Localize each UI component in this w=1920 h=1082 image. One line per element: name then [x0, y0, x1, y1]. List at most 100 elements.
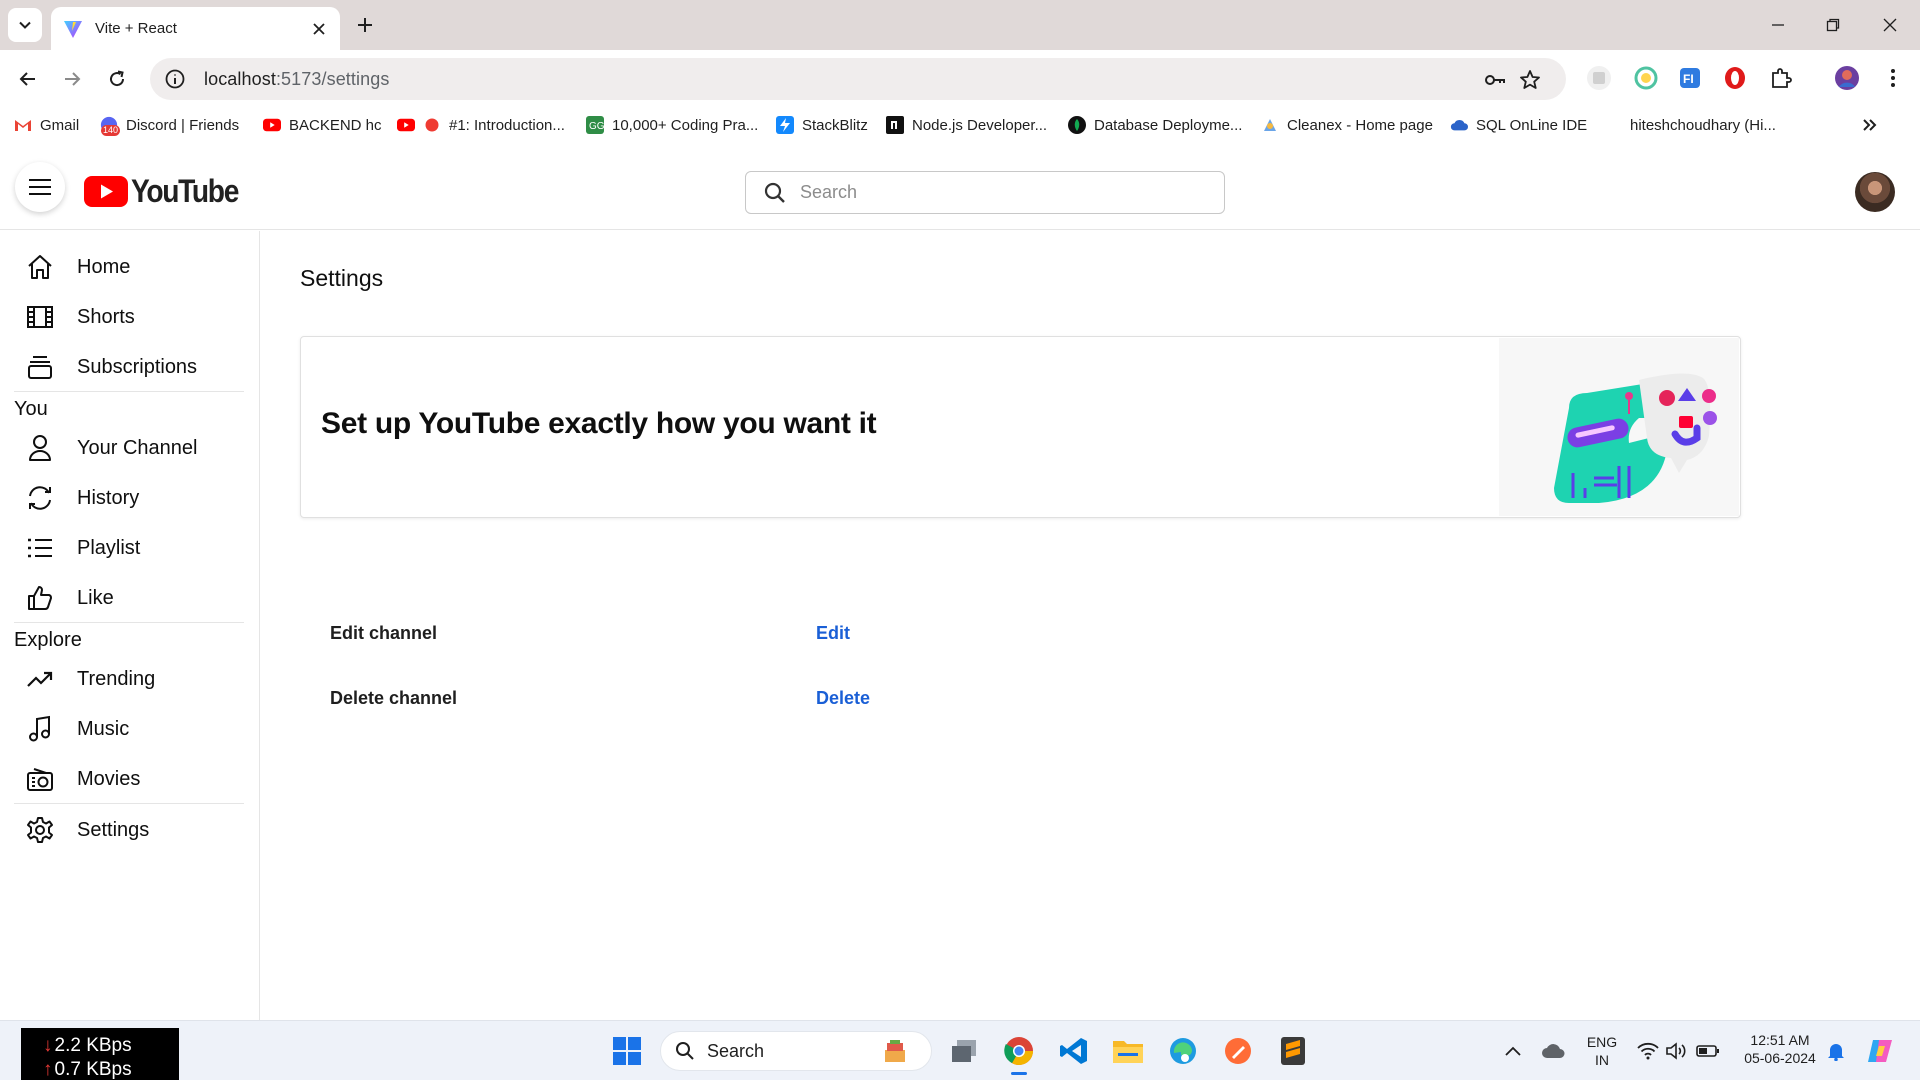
- url-text[interactable]: localhost:5173/settings: [204, 69, 389, 90]
- vite-favicon-icon: [64, 20, 82, 38]
- onedrive-button[interactable]: [1535, 1033, 1571, 1069]
- copilot-button[interactable]: [1862, 1033, 1898, 1069]
- windows-start-icon: [613, 1037, 641, 1065]
- bookmark-gmail[interactable]: Gmail: [14, 113, 79, 137]
- extension-grid-icon[interactable]: [1585, 64, 1613, 92]
- extension-color-icon[interactable]: [1632, 64, 1660, 92]
- file-explorer-button[interactable]: [1110, 1033, 1146, 1069]
- site-info-icon[interactable]: [164, 68, 186, 90]
- page-title: Settings: [300, 265, 384, 291]
- tab-close-icon[interactable]: [310, 20, 328, 38]
- stackblitz-icon: [776, 116, 794, 134]
- banner-headline: Set up YouTube exactly how you want it: [321, 407, 877, 440]
- folder-icon: [1113, 1041, 1143, 1063]
- vscode-taskbar-button[interactable]: [1056, 1033, 1092, 1069]
- sidebar-divider: [14, 803, 244, 804]
- extension-fi-icon[interactable]: FI: [1676, 64, 1704, 92]
- movies-icon: [24, 763, 56, 795]
- edit-channel-label: Edit channel: [330, 623, 438, 643]
- bookmark-introduction[interactable]: #1: Introduction...: [397, 113, 565, 137]
- restore-button[interactable]: [1815, 10, 1851, 40]
- bookmark-backend[interactable]: BACKEND hc: [263, 113, 382, 137]
- bookmark-database[interactable]: Database Deployme...: [1068, 113, 1242, 137]
- youtube-icon: [397, 116, 415, 134]
- search-bar[interactable]: [745, 171, 1225, 214]
- forward-button[interactable]: [56, 63, 88, 95]
- sidebar-item-like[interactable]: Like: [24, 578, 244, 618]
- profile-avatar-icon[interactable]: [1833, 64, 1861, 92]
- sidebar-item-movies[interactable]: Movies: [24, 759, 244, 799]
- start-button[interactable]: [609, 1033, 645, 1069]
- new-tab-button[interactable]: [352, 12, 378, 38]
- chrome-icon: [1004, 1037, 1033, 1065]
- chevron-down-icon: [19, 21, 31, 29]
- copilot-icon: [1868, 1040, 1892, 1062]
- bookmark-sql-ide[interactable]: SQL OnLine IDE: [1450, 113, 1587, 137]
- delete-channel-button[interactable]: Delete: [816, 688, 870, 709]
- bookmark-cleanex[interactable]: Cleanex - Home page: [1261, 113, 1433, 137]
- youtube-logo[interactable]: YouTube: [84, 173, 253, 210]
- geeks-icon: GG: [586, 116, 604, 134]
- browser-tab-active[interactable]: Vite + React: [51, 7, 340, 50]
- bookmark-discord[interactable]: 140 Discord | Friends: [100, 113, 239, 137]
- sidebar-item-playlist[interactable]: Playlist: [24, 528, 244, 568]
- bookmark-stackblitz[interactable]: StackBlitz: [776, 113, 868, 137]
- extensions-puzzle-icon[interactable]: [1767, 64, 1795, 92]
- browser-menu-icon[interactable]: [1879, 64, 1907, 92]
- bookmark-star-icon[interactable]: [1518, 68, 1542, 92]
- clock[interactable]: 12:51 AM 05-06-2024: [1738, 1031, 1822, 1067]
- postman-taskbar-button[interactable]: [1220, 1033, 1256, 1069]
- svg-text:FI: FI: [1683, 72, 1694, 86]
- edge-taskbar-button[interactable]: [1165, 1033, 1201, 1069]
- extension-opera-icon[interactable]: [1721, 64, 1749, 92]
- bookmark-hiteshchoudhary[interactable]: hiteshchoudhary (Hi...: [1630, 113, 1776, 137]
- chrome-taskbar-button[interactable]: [1001, 1033, 1037, 1075]
- back-button[interactable]: [12, 63, 44, 95]
- bookmark-coding-practice[interactable]: GG 10,000+ Coding Pra...: [586, 113, 758, 137]
- task-view-button[interactable]: [946, 1033, 982, 1069]
- sidebar-item-trending[interactable]: Trending: [24, 659, 244, 699]
- notifications-button[interactable]: [1818, 1033, 1854, 1069]
- user-avatar[interactable]: [1855, 172, 1895, 212]
- search-highlight-icon: [885, 1040, 905, 1062]
- address-bar[interactable]: localhost:5173/settings: [150, 58, 1566, 100]
- tab-search-dropdown[interactable]: [8, 8, 42, 42]
- main-content: Settings Set up YouTube exactly how you …: [261, 231, 1920, 1020]
- sublime-taskbar-button[interactable]: [1275, 1033, 1311, 1069]
- network-monitor: ↓ 2.2 KBps ↑ 0.7 KBps: [21, 1028, 179, 1080]
- search-input[interactable]: [800, 182, 1200, 203]
- cloud-icon: [1542, 1044, 1565, 1058]
- history-icon: [24, 482, 56, 514]
- battery-status[interactable]: [1690, 1033, 1726, 1069]
- close-window-button[interactable]: [1872, 10, 1908, 40]
- edit-channel-button[interactable]: Edit: [816, 623, 850, 644]
- show-hidden-icons-button[interactable]: [1495, 1033, 1531, 1069]
- sidebar-item-your-channel[interactable]: Your Channel: [24, 428, 244, 468]
- youtube-icon: [263, 116, 281, 134]
- volume-status[interactable]: [1658, 1033, 1694, 1069]
- sidebar-item-home[interactable]: Home: [24, 247, 244, 287]
- nodejs-icon: [886, 116, 904, 134]
- sidebar-section-you: You: [14, 398, 48, 420]
- reload-button[interactable]: [101, 63, 133, 95]
- home-icon: [24, 251, 56, 283]
- sidebar: Home Shorts Subscriptions You Your Chann…: [0, 231, 260, 1020]
- bookmark-nodejs[interactable]: Node.js Developer...: [886, 113, 1047, 137]
- more-bookmarks-button[interactable]: [1862, 113, 1878, 137]
- sidebar-item-shorts[interactable]: Shorts: [24, 297, 244, 337]
- taskbar-search[interactable]: Search: [660, 1031, 932, 1071]
- password-key-icon[interactable]: [1483, 68, 1507, 92]
- mongodb-leaf-icon: [1068, 116, 1086, 134]
- download-arrow-icon: ↓: [43, 1035, 53, 1056]
- sidebar-item-history[interactable]: History: [24, 478, 244, 518]
- red-dot-icon: [423, 116, 441, 134]
- menu-button[interactable]: [15, 162, 65, 212]
- chevron-double-right-icon: [1863, 119, 1877, 131]
- minimize-button[interactable]: [1760, 10, 1796, 40]
- input-language[interactable]: ENG IN: [1584, 1033, 1620, 1069]
- sidebar-item-settings[interactable]: Settings: [24, 810, 244, 850]
- discord-icon: 140: [100, 116, 121, 136]
- sidebar-item-music[interactable]: Music: [24, 709, 244, 749]
- arrow-right-icon: [65, 72, 81, 86]
- sidebar-item-subscriptions[interactable]: Subscriptions: [24, 347, 244, 387]
